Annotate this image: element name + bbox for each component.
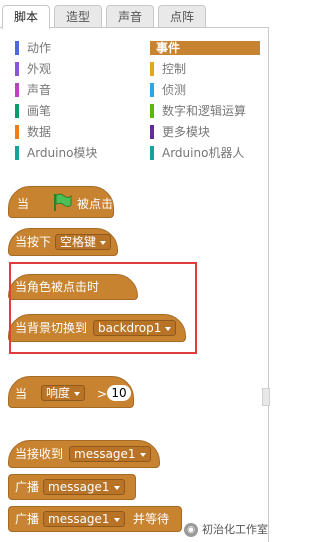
- category-motion[interactable]: 动作: [15, 41, 125, 55]
- category-swatch: [150, 146, 154, 160]
- category-label: 动作: [27, 41, 52, 55]
- message-dropdown[interactable]: message1: [69, 446, 151, 462]
- chevron-down-icon: [100, 240, 107, 245]
- watermark: ◉ 初治化工作室: [184, 522, 268, 538]
- sensor-dropdown-value: 响度: [46, 386, 71, 400]
- chevron-down-icon: [139, 452, 146, 457]
- broadcast-block[interactable]: 广播 message1: [8, 474, 136, 500]
- threshold-input[interactable]: 10: [107, 385, 131, 401]
- block-text: 当: [17, 197, 30, 211]
- tab-matrix[interactable]: 点阵: [158, 5, 206, 28]
- category-palette: 动作 事件 外观 控制 声音 侦测 画笔 数字和逻辑运算 数据 更多模块 Ard…: [0, 27, 269, 171]
- category-label: 外观: [27, 62, 52, 76]
- category-swatch: [150, 104, 154, 118]
- message-dropdown-value: message1: [48, 480, 110, 494]
- block-text: 被点击: [77, 197, 114, 211]
- block-text: 并等待: [133, 512, 170, 526]
- wechat-icon: ◉: [184, 523, 198, 537]
- category-operators[interactable]: 数字和逻辑运算: [150, 104, 265, 118]
- category-label: 数字和逻辑运算: [162, 104, 247, 118]
- message-dropdown[interactable]: message1: [43, 479, 125, 495]
- message-dropdown-value: message1: [74, 447, 136, 461]
- category-swatch: [15, 62, 19, 76]
- block-text: 当按下: [15, 235, 52, 249]
- block-text: 当角色被点击时: [15, 280, 100, 294]
- category-swatch: [150, 125, 154, 139]
- category-swatch: [150, 83, 154, 97]
- category-events[interactable]: 事件: [150, 41, 260, 55]
- block-text: >: [97, 387, 108, 401]
- category-sound[interactable]: 声音: [15, 83, 125, 97]
- scrollbar-handle[interactable]: [262, 388, 270, 406]
- category-looks[interactable]: 外观: [15, 62, 125, 76]
- category-data[interactable]: 数据: [15, 125, 125, 139]
- watermark-text: 初治化工作室: [202, 523, 268, 536]
- sensor-dropdown[interactable]: 响度: [41, 385, 86, 401]
- when-key-pressed-block[interactable]: 当按下 空格键: [8, 228, 118, 256]
- category-label: Arduino模块: [27, 146, 98, 160]
- backdrop-dropdown[interactable]: backdrop1: [93, 320, 177, 336]
- category-more-blocks[interactable]: 更多模块: [150, 125, 260, 139]
- chevron-down-icon: [113, 485, 120, 490]
- category-swatch: [15, 83, 19, 97]
- category-label: 侦测: [162, 83, 187, 97]
- when-sprite-clicked-block[interactable]: 当角色被点击时: [8, 274, 138, 300]
- block-text: 当背景切换到: [15, 321, 88, 335]
- green-flag-icon: [54, 193, 72, 211]
- backdrop-dropdown-value: backdrop1: [98, 321, 162, 335]
- category-pen[interactable]: 画笔: [15, 104, 125, 118]
- category-arduino-robot[interactable]: Arduino机器人: [150, 146, 265, 160]
- block-text: 广播: [15, 480, 40, 494]
- when-flag-clicked-block[interactable]: 当 被点击: [8, 186, 114, 218]
- tab-matrix-label: 点阵: [169, 10, 194, 24]
- chevron-down-icon: [113, 517, 120, 522]
- chevron-down-icon: [165, 326, 172, 331]
- category-swatch: [150, 62, 154, 76]
- when-backdrop-switches-block[interactable]: 当背景切换到 backdrop1: [8, 314, 186, 342]
- tab-bar: 脚本 造型 声音 点阵: [0, 0, 270, 29]
- category-label: 更多模块: [162, 125, 211, 139]
- category-arduino[interactable]: Arduino模块: [15, 146, 135, 160]
- category-control[interactable]: 控制: [150, 62, 260, 76]
- category-swatch: [15, 41, 19, 55]
- block-text: 当: [15, 387, 28, 401]
- category-swatch: [15, 146, 19, 160]
- message-dropdown[interactable]: message1: [43, 511, 125, 527]
- block-text: 当接收到: [15, 447, 64, 461]
- when-receive-block[interactable]: 当接收到 message1: [8, 440, 160, 468]
- tab-sounds-label: 声音: [117, 10, 142, 24]
- category-swatch: [15, 125, 19, 139]
- category-label: Arduino机器人: [162, 146, 245, 160]
- tab-sounds[interactable]: 声音: [106, 5, 154, 28]
- broadcast-and-wait-block[interactable]: 广播 message1 并等待: [8, 506, 182, 532]
- block-text: 广播: [15, 512, 40, 526]
- message-dropdown-value: message1: [48, 512, 110, 526]
- key-dropdown[interactable]: 空格键: [55, 234, 112, 250]
- tab-costumes[interactable]: 造型: [54, 5, 102, 28]
- category-sensing[interactable]: 侦测: [150, 83, 260, 97]
- category-label: 画笔: [27, 104, 52, 118]
- block-palette: 当 被点击 当按下 空格键 当角色被点击时 当背景切换到 backdrop1 当…: [0, 170, 269, 542]
- category-swatch: [15, 104, 19, 118]
- when-sensor-greater-block[interactable]: 当 响度 > 10: [8, 376, 134, 408]
- category-label: 控制: [162, 62, 187, 76]
- tab-scripts-label: 脚本: [13, 10, 38, 24]
- category-label: 声音: [27, 83, 52, 97]
- category-label: 事件: [156, 41, 181, 55]
- category-label: 数据: [27, 125, 52, 139]
- key-dropdown-value: 空格键: [60, 235, 97, 249]
- chevron-down-icon: [74, 391, 81, 396]
- tab-costumes-label: 造型: [65, 10, 90, 24]
- tab-scripts[interactable]: 脚本: [2, 5, 50, 29]
